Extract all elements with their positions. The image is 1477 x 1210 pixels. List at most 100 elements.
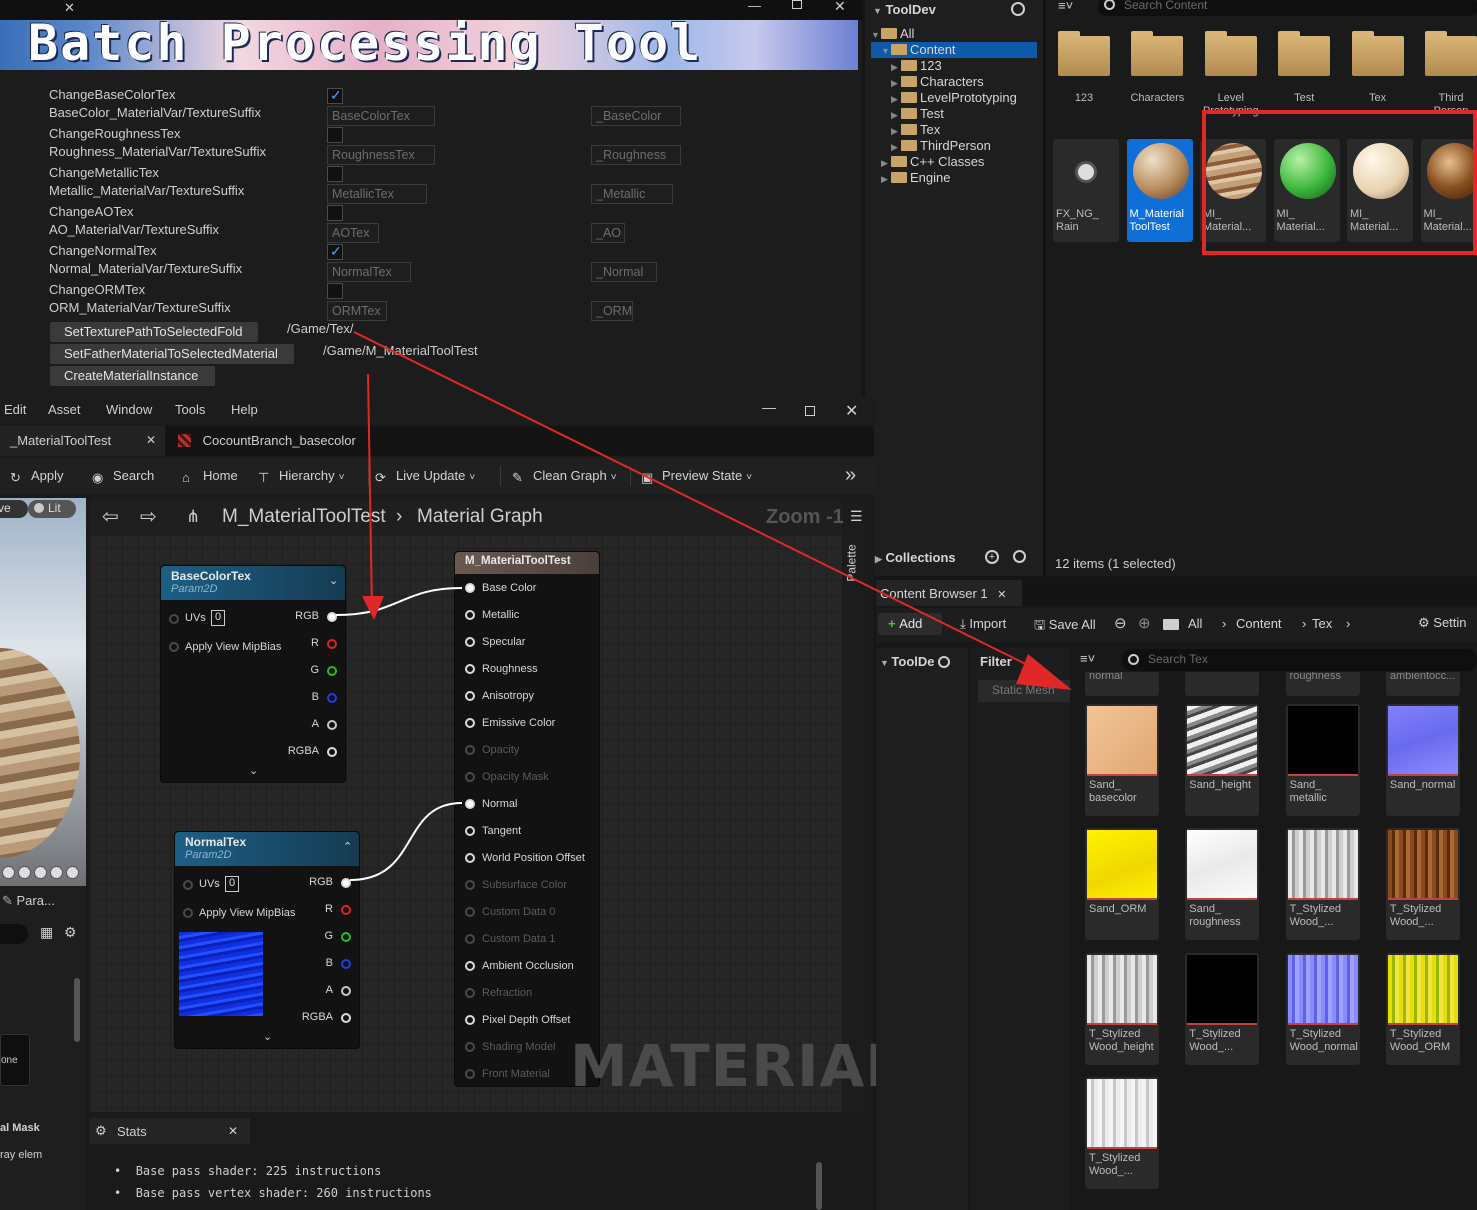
- normal-node-header[interactable]: NormalTex Param2D ⌃: [175, 832, 359, 866]
- close-window-icon[interactable]: ✕: [834, 0, 846, 15]
- tree-item[interactable]: ▶ ThirdPerson: [871, 138, 1037, 154]
- output-pin[interactable]: [341, 959, 351, 969]
- minimize-icon[interactable]: —: [762, 399, 776, 415]
- texture-suffix-input[interactable]: _BaseColor: [591, 106, 681, 126]
- tree-item[interactable]: ▼ Content: [871, 42, 1037, 58]
- grid-view-icon[interactable]: ▦: [40, 924, 53, 941]
- breadcrumb-graph[interactable]: Material Graph: [417, 506, 543, 528]
- tree-item[interactable]: ▶ LevelPrototyping: [871, 90, 1037, 106]
- toolbar-search-button[interactable]: ◉ Search: [92, 468, 154, 485]
- details-tab[interactable]: ✎ Para...: [2, 893, 55, 909]
- texture-tile[interactable]: Sand_height: [1185, 704, 1260, 816]
- partial-asset-tile[interactable]: ambientocc...: [1385, 672, 1460, 696]
- chevron-right-icon[interactable]: ▶: [881, 174, 891, 185]
- material-input-pin[interactable]: [465, 583, 475, 593]
- stats-tab[interactable]: ⚙ Stats ✕: [90, 1118, 250, 1144]
- material-input-pin[interactable]: [465, 718, 475, 728]
- maximize-icon[interactable]: [792, 0, 802, 9]
- menu-item[interactable]: Tools: [175, 402, 205, 417]
- details-search-input[interactable]: [0, 924, 28, 944]
- output-pin[interactable]: [341, 878, 351, 888]
- tab-material[interactable]: _MaterialToolTest ✕: [0, 426, 165, 456]
- path-segment[interactable]: Tex: [1312, 616, 1332, 631]
- texture-tile[interactable]: T_Stylized Wood_...: [1085, 1076, 1159, 1189]
- cylinder-preview-icon[interactable]: [18, 866, 31, 879]
- toggle-checkbox[interactable]: [327, 87, 343, 104]
- material-input-pin[interactable]: [465, 691, 475, 701]
- material-input-pin[interactable]: [465, 745, 475, 755]
- forward-arrow-icon[interactable]: ⇨: [140, 504, 157, 529]
- overflow-chevron-icon[interactable]: »: [845, 464, 856, 487]
- lit-button[interactable]: Lit: [28, 500, 76, 518]
- texture-suffix-input[interactable]: _ORM: [591, 301, 633, 321]
- output-pin[interactable]: [327, 639, 337, 649]
- material-input-pin[interactable]: [465, 772, 475, 782]
- filter-static-mesh[interactable]: Static Mesh: [978, 680, 1070, 702]
- menu-item[interactable]: Window: [106, 402, 152, 417]
- texture-suffix-input[interactable]: _AO: [591, 223, 625, 243]
- material-var-input[interactable]: MetallicTex: [327, 184, 427, 204]
- search-content-input[interactable]: Search Content: [1098, 0, 1477, 16]
- filter-icon[interactable]: ≡˅: [1058, 0, 1073, 13]
- close-stats-icon[interactable]: ✕: [228, 1124, 238, 1138]
- toggle-checkbox[interactable]: [327, 205, 343, 221]
- result-node-header[interactable]: M_MaterialToolTest: [455, 552, 599, 574]
- breadcrumb-asset[interactable]: M_MaterialToolTest: [222, 506, 386, 528]
- tree-item[interactable]: ▶ Test: [871, 106, 1037, 122]
- expand-chevron-icon[interactable]: ⌄: [263, 1030, 272, 1043]
- cube-preview-icon[interactable]: [50, 866, 63, 879]
- chevron-right-icon[interactable]: ▶: [891, 78, 901, 89]
- chevron-down-icon[interactable]: ▼: [871, 30, 881, 40]
- material-input-pin[interactable]: [465, 907, 475, 917]
- toolbar-clean-graph-button[interactable]: ✎ Clean Graph ˅: [512, 468, 617, 485]
- toolbar-live-update-button[interactable]: ⟳ Live Update ˅: [375, 468, 475, 485]
- toolbar-apply-button[interactable]: ↻ Apply: [10, 468, 64, 485]
- close-tab-icon[interactable]: ✕: [997, 589, 1006, 601]
- tab-content-browser[interactable]: Content Browser 1 ✕: [876, 580, 1022, 606]
- path-segment[interactable]: All: [1188, 616, 1202, 631]
- tree-item[interactable]: ▼ All: [871, 26, 1037, 42]
- menu-item[interactable]: Edit: [4, 402, 26, 417]
- material-var-input[interactable]: RoughnessTex: [327, 145, 435, 165]
- import-button[interactable]: ⤓ Import: [960, 616, 1006, 632]
- filter-icon[interactable]: ≡˅: [1080, 651, 1095, 666]
- set-father-material-button[interactable]: SetFatherMaterialToSelectedMaterial: [50, 344, 294, 364]
- material-input-pin[interactable]: [465, 1015, 475, 1025]
- output-pin[interactable]: [341, 1013, 351, 1023]
- material-input-pin[interactable]: [465, 880, 475, 890]
- output-pin[interactable]: [341, 905, 351, 915]
- add-button[interactable]: + Add: [878, 613, 942, 635]
- output-pin[interactable]: [327, 666, 337, 676]
- output-pin[interactable]: [327, 693, 337, 703]
- uvs-value[interactable]: 0: [211, 610, 225, 626]
- uvs-input-pin[interactable]: [169, 614, 179, 624]
- tab-texture[interactable]: CocountBranch_basecolor: [168, 426, 388, 456]
- material-input-pin[interactable]: [465, 637, 475, 647]
- asset-tile[interactable]: FX_NG_ Rain: [1053, 139, 1119, 242]
- material-input-pin[interactable]: [465, 988, 475, 998]
- collapse-chevron-icon[interactable]: ⌄: [329, 574, 338, 587]
- set-texture-path-button[interactable]: SetTexturePathToSelectedFold: [50, 322, 258, 342]
- material-var-input[interactable]: BaseColorTex: [327, 106, 435, 126]
- history-back-icon[interactable]: ⊖: [1114, 614, 1127, 632]
- partial-asset-tile[interactable]: roughness: [1285, 672, 1360, 696]
- material-result-node[interactable]: M_MaterialToolTest Base Color Metallic Spe…: [454, 551, 600, 1087]
- material-input-pin[interactable]: [465, 853, 475, 863]
- texture-tile[interactable]: T_Stylized Wood_...: [1185, 952, 1260, 1065]
- chevron-right-icon[interactable]: ▶: [891, 126, 901, 137]
- preview-viewport[interactable]: ve Lit: [0, 498, 86, 886]
- output-pin[interactable]: [327, 612, 337, 622]
- collections-row[interactable]: ▶ Collections: [875, 550, 956, 565]
- folder-icon[interactable]: [1058, 31, 1110, 76]
- close-tab-icon[interactable]: ✕: [146, 433, 156, 447]
- tree-item[interactable]: ▶ 123: [871, 58, 1037, 74]
- splitter[interactable]: [1043, 0, 1046, 576]
- palette-list-icon[interactable]: ☰: [850, 508, 863, 525]
- output-pin[interactable]: [341, 986, 351, 996]
- tree-item[interactable]: ▶ Tex: [871, 122, 1037, 138]
- toggle-checkbox[interactable]: [327, 243, 343, 260]
- material-input-pin[interactable]: [465, 799, 475, 809]
- settings-gear-icon[interactable]: ⚙: [64, 924, 77, 941]
- texture-tile[interactable]: Sand_ORM: [1085, 828, 1159, 941]
- partial-asset-tile[interactable]: [1185, 672, 1260, 696]
